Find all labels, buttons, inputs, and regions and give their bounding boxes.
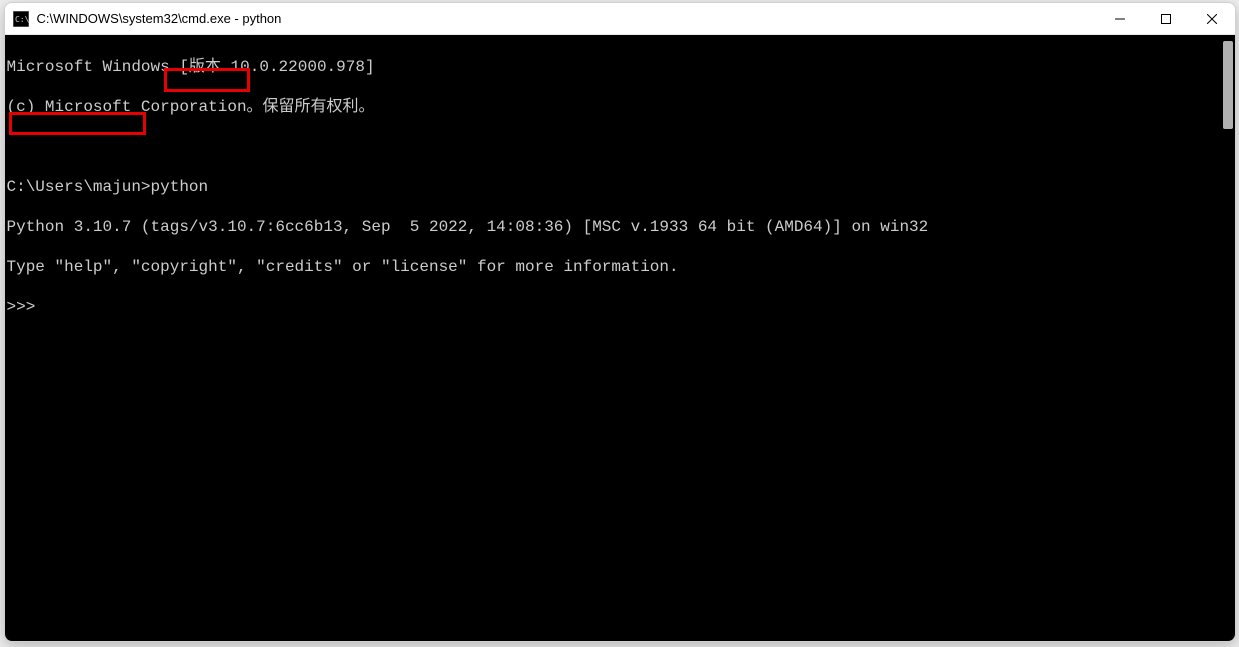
terminal-area[interactable]: Microsoft Windows [版本 10.0.22000.978] (c… <box>5 35 1235 641</box>
terminal-line: Type "help", "copyright", "credits" or "… <box>7 257 1233 277</box>
window-title: C:\WINDOWS\system32\cmd.exe - python <box>37 11 1097 26</box>
window-controls <box>1097 3 1235 34</box>
title-bar[interactable]: C:\ C:\WINDOWS\system32\cmd.exe - python <box>5 3 1235 35</box>
maximize-button[interactable] <box>1143 3 1189 34</box>
terminal-content: Microsoft Windows [版本 10.0.22000.978] (c… <box>5 35 1235 359</box>
svg-text:C:\: C:\ <box>15 15 29 24</box>
terminal-line-version: Python 3.10.7 (tags/v3.10.7:6cc6b13, Sep… <box>7 217 1233 237</box>
terminal-line-prompt: C:\Users\majun>python <box>7 177 1233 197</box>
close-button[interactable] <box>1189 3 1235 34</box>
terminal-line: Microsoft Windows [版本 10.0.22000.978] <box>7 57 1233 77</box>
scrollbar-thumb[interactable] <box>1223 41 1233 129</box>
terminal-line: (c) Microsoft Corporation。保留所有权利。 <box>7 97 1233 117</box>
terminal-line-repl-prompt: >>> <box>7 297 1233 317</box>
terminal-line <box>7 137 1233 157</box>
cmd-window: C:\ C:\WINDOWS\system32\cmd.exe - python… <box>4 2 1236 642</box>
cmd-icon: C:\ <box>13 11 29 27</box>
minimize-button[interactable] <box>1097 3 1143 34</box>
